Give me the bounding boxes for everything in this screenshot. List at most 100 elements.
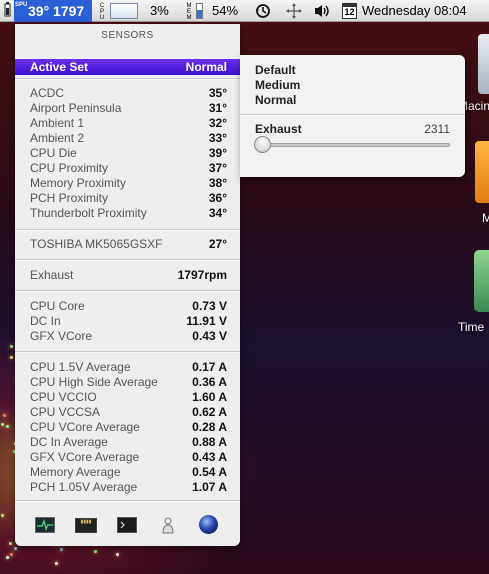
current-row-label: GFX VCore Average — [30, 450, 140, 464]
battery-icon[interactable] — [3, 0, 13, 22]
temperature-row-label: CPU Die — [30, 146, 77, 160]
current-row: CPU VCCSA 0.62 A — [30, 405, 227, 420]
current-row-value: 0.62 A — [192, 405, 227, 419]
temperature-row: CPU Die 39° — [30, 146, 227, 161]
desktop-icon-hd[interactable] — [478, 34, 489, 94]
current-row-value: 0.43 A — [192, 450, 227, 464]
voltage-row: DC In 11.91 V — [30, 314, 227, 329]
separator — [15, 259, 240, 261]
current-row-value: 0.88 A — [192, 435, 227, 449]
sparkle — [9, 355, 13, 359]
current-row-label: CPU VCore Average — [30, 420, 140, 434]
terminal-icon[interactable] — [117, 517, 137, 533]
temperature-row: CPU Proximity 37° — [30, 161, 227, 176]
memory-bar[interactable] — [196, 3, 203, 19]
cpu-percent[interactable]: 3% — [150, 0, 169, 22]
time-machine-icon[interactable] — [254, 0, 272, 22]
activity-monitor-icon[interactable] — [35, 517, 55, 533]
pulse-glyph — [37, 518, 53, 531]
disk-value: 27° — [208, 237, 227, 251]
active-set-row[interactable]: Active Set Normal — [15, 59, 240, 75]
temperature-row-value: 37° — [208, 161, 227, 175]
desktop-icon-time-machine[interactable] — [474, 250, 489, 312]
volume-icon[interactable] — [312, 0, 332, 22]
current-row-label: CPU 1.5V Average — [30, 360, 131, 374]
current-row-value: 0.17 A — [192, 360, 227, 374]
sensors-menu-item[interactable]: SPU 39° 1797 — [14, 0, 92, 22]
desktop-icon-time-machine-label: Time — [458, 320, 485, 334]
fan-option-medium[interactable]: Medium — [255, 78, 300, 93]
battery-glyph — [4, 2, 11, 17]
current-row-label: CPU VCCIO — [30, 390, 97, 404]
calendar-icon[interactable]: 12 — [342, 3, 357, 19]
temperature-row-value: 38° — [208, 176, 227, 190]
temperature-row-value: 33° — [208, 131, 227, 145]
fan-control-popover: Default Medium Normal Exhaust 2311 — [240, 55, 465, 177]
sparkle — [0, 422, 4, 426]
current-row-label: CPU High Side Average — [30, 375, 158, 389]
sensors-panel: SENSORS Active Set Normal ACDC 35° Airport… — [15, 24, 240, 546]
terminal-glyph — [120, 521, 125, 529]
separator — [240, 114, 465, 116]
chip-icon[interactable]: ▮▮▮▮ — [75, 518, 97, 533]
fan-slider-track[interactable] — [262, 143, 450, 147]
fan-slider-max: 2311 — [424, 122, 450, 136]
desktop-icon-folder-label: M — [482, 211, 489, 225]
sensor-menu-value: 39° 1797 — [28, 3, 85, 19]
temperature-row: Ambient 1 32° — [30, 116, 227, 131]
desktop-icon-folder[interactable] — [475, 141, 489, 203]
temperature-row-value: 34° — [208, 206, 227, 220]
temperature-row-label: CPU Proximity — [30, 161, 109, 175]
current-row-label: DC In Average — [30, 435, 108, 449]
current-row: Memory Average 0.54 A — [30, 465, 227, 480]
active-set-value: Normal — [185, 60, 227, 74]
panel-title: SENSORS — [101, 30, 154, 41]
current-row: CPU 1.5V Average 0.17 A — [30, 360, 227, 375]
separator — [15, 500, 240, 502]
voltage-row-value: 0.73 V — [192, 299, 227, 313]
voltage-row-value: 0.43 V — [192, 329, 227, 343]
fan-option-default[interactable]: Default — [255, 63, 296, 78]
temperature-row: ACDC 35° — [30, 86, 227, 101]
current-row: DC In Average 0.88 A — [30, 435, 227, 450]
disk-temp-row: TOSHIBA MK5065GSXF 27° — [30, 237, 227, 252]
sensor-mini-label: SPU — [15, 2, 28, 8]
globe-icon[interactable] — [199, 515, 218, 534]
separator — [15, 229, 240, 231]
temperature-row: PCH Proximity 36° — [30, 191, 227, 206]
voltage-row: GFX VCore 0.43 V — [30, 329, 227, 344]
current-row-label: Memory Average — [30, 465, 121, 479]
temperature-row-label: Ambient 1 — [30, 116, 85, 130]
temperature-row-value: 39° — [208, 146, 227, 160]
separator — [15, 78, 240, 80]
voltage-row-label: CPU Core — [30, 299, 85, 313]
current-row: GFX VCore Average 0.43 A — [30, 450, 227, 465]
current-row-value: 0.54 A — [192, 465, 227, 479]
temperature-row-label: Thunderbolt Proximity — [30, 206, 147, 220]
current-row-value: 1.07 A — [192, 480, 227, 494]
temperature-row-label: Ambient 2 — [30, 131, 85, 145]
voltage-row-label: DC In — [30, 314, 61, 328]
clock[interactable]: Wednesday 08:04 — [362, 0, 467, 22]
disk-label: TOSHIBA MK5065GSXF — [30, 237, 163, 251]
fan-option-normal[interactable]: Normal — [255, 93, 296, 108]
temperature-row-value: 32° — [208, 116, 227, 130]
temperature-row-label: Memory Proximity — [30, 176, 127, 190]
network-glyph — [286, 3, 302, 19]
fan-row[interactable]: Exhaust 1797rpm — [30, 268, 227, 283]
memory-bar-fill — [197, 10, 202, 18]
menu-bar: SPU 39° 1797 CPU 3% MEM 54% 12 Wednesday… — [0, 0, 489, 22]
voltage-row-label: GFX VCore — [30, 329, 93, 343]
person-glyph — [162, 517, 174, 534]
person-icon[interactable] — [161, 516, 175, 534]
temperature-row-label: Airport Peninsula — [30, 101, 122, 115]
active-set-label: Active Set — [30, 60, 89, 74]
current-row: CPU High Side Average 0.36 A — [30, 375, 227, 390]
cpu-graph[interactable] — [110, 3, 138, 19]
separator — [15, 290, 240, 292]
current-row: CPU VCore Average 0.28 A — [30, 420, 227, 435]
fan-slider-knob[interactable] — [254, 136, 271, 153]
memory-percent[interactable]: 54% — [212, 0, 238, 22]
network-icon[interactable] — [285, 0, 303, 22]
sparkle — [6, 555, 9, 559]
